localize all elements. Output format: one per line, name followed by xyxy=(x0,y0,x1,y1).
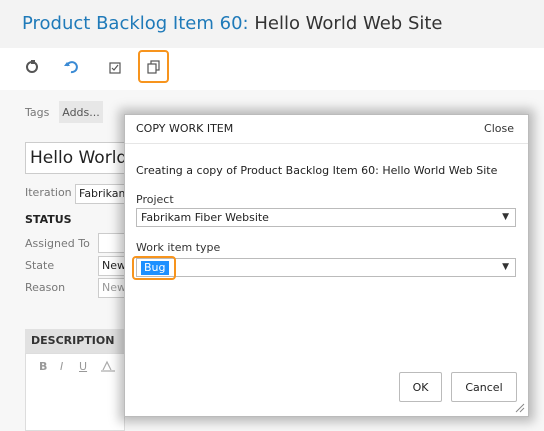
undo-icon[interactable] xyxy=(60,56,82,78)
dialog-header: COPY WORK ITEM Close xyxy=(125,115,528,144)
page-title: Product Backlog Item 60: Hello World Web… xyxy=(22,13,443,34)
iteration-label: Iteration xyxy=(25,186,72,199)
chevron-down-icon: ▼ xyxy=(502,262,509,272)
title-bar: Product Backlog Item 60: Hello World Web… xyxy=(0,0,544,48)
ok-button[interactable]: OK xyxy=(399,372,442,402)
status-heading: STATUS xyxy=(25,213,72,226)
work-item-title: Hello World Web Site xyxy=(254,13,443,34)
cancel-button[interactable]: Cancel xyxy=(451,372,517,402)
assigned-to-label: Assigned To xyxy=(25,237,90,250)
project-label: Project xyxy=(136,193,174,206)
chevron-down-icon: ▼ xyxy=(502,212,509,222)
description-heading: DESCRIPTION xyxy=(25,329,125,353)
close-button[interactable]: Close xyxy=(484,122,514,135)
state-label: State xyxy=(25,259,55,272)
title-field[interactable]: Hello World xyxy=(25,142,135,174)
tags-label: Tags xyxy=(25,106,50,119)
work-item-type-label: Work item type xyxy=(136,241,221,254)
project-value: Fabrikam Fiber Website xyxy=(141,211,269,224)
work-item-type-highlight xyxy=(132,256,176,280)
italic-button[interactable]: I xyxy=(60,360,63,373)
work-item-type-select[interactable]: Bug ▼ xyxy=(136,258,516,277)
attachment-icon[interactable] xyxy=(104,56,126,78)
dialog-title: COPY WORK ITEM xyxy=(136,122,234,135)
underline-button[interactable]: U xyxy=(79,360,87,373)
project-select[interactable]: Fabrikam Fiber Website ▼ xyxy=(136,208,516,227)
add-tags-button[interactable]: Adds... xyxy=(59,101,103,123)
reason-label: Reason xyxy=(25,281,66,294)
highlight-format-icon[interactable] xyxy=(101,360,115,375)
assigned-to-field[interactable] xyxy=(98,233,125,253)
dialog-message: Creating a copy of Product Backlog Item … xyxy=(136,164,498,177)
work-item-id-link[interactable]: Product Backlog Item 60: xyxy=(22,13,249,34)
state-field[interactable]: New xyxy=(98,256,125,276)
bold-button[interactable]: B xyxy=(39,360,47,373)
copy-work-item-dialog: COPY WORK ITEM Close Creating a copy of … xyxy=(124,114,529,417)
iteration-field[interactable]: Fabrikam xyxy=(75,184,125,204)
reason-field[interactable]: New xyxy=(98,278,125,298)
refresh-icon[interactable] xyxy=(21,56,43,78)
copy-icon[interactable] xyxy=(143,56,165,78)
resize-grip-icon[interactable] xyxy=(515,403,525,413)
